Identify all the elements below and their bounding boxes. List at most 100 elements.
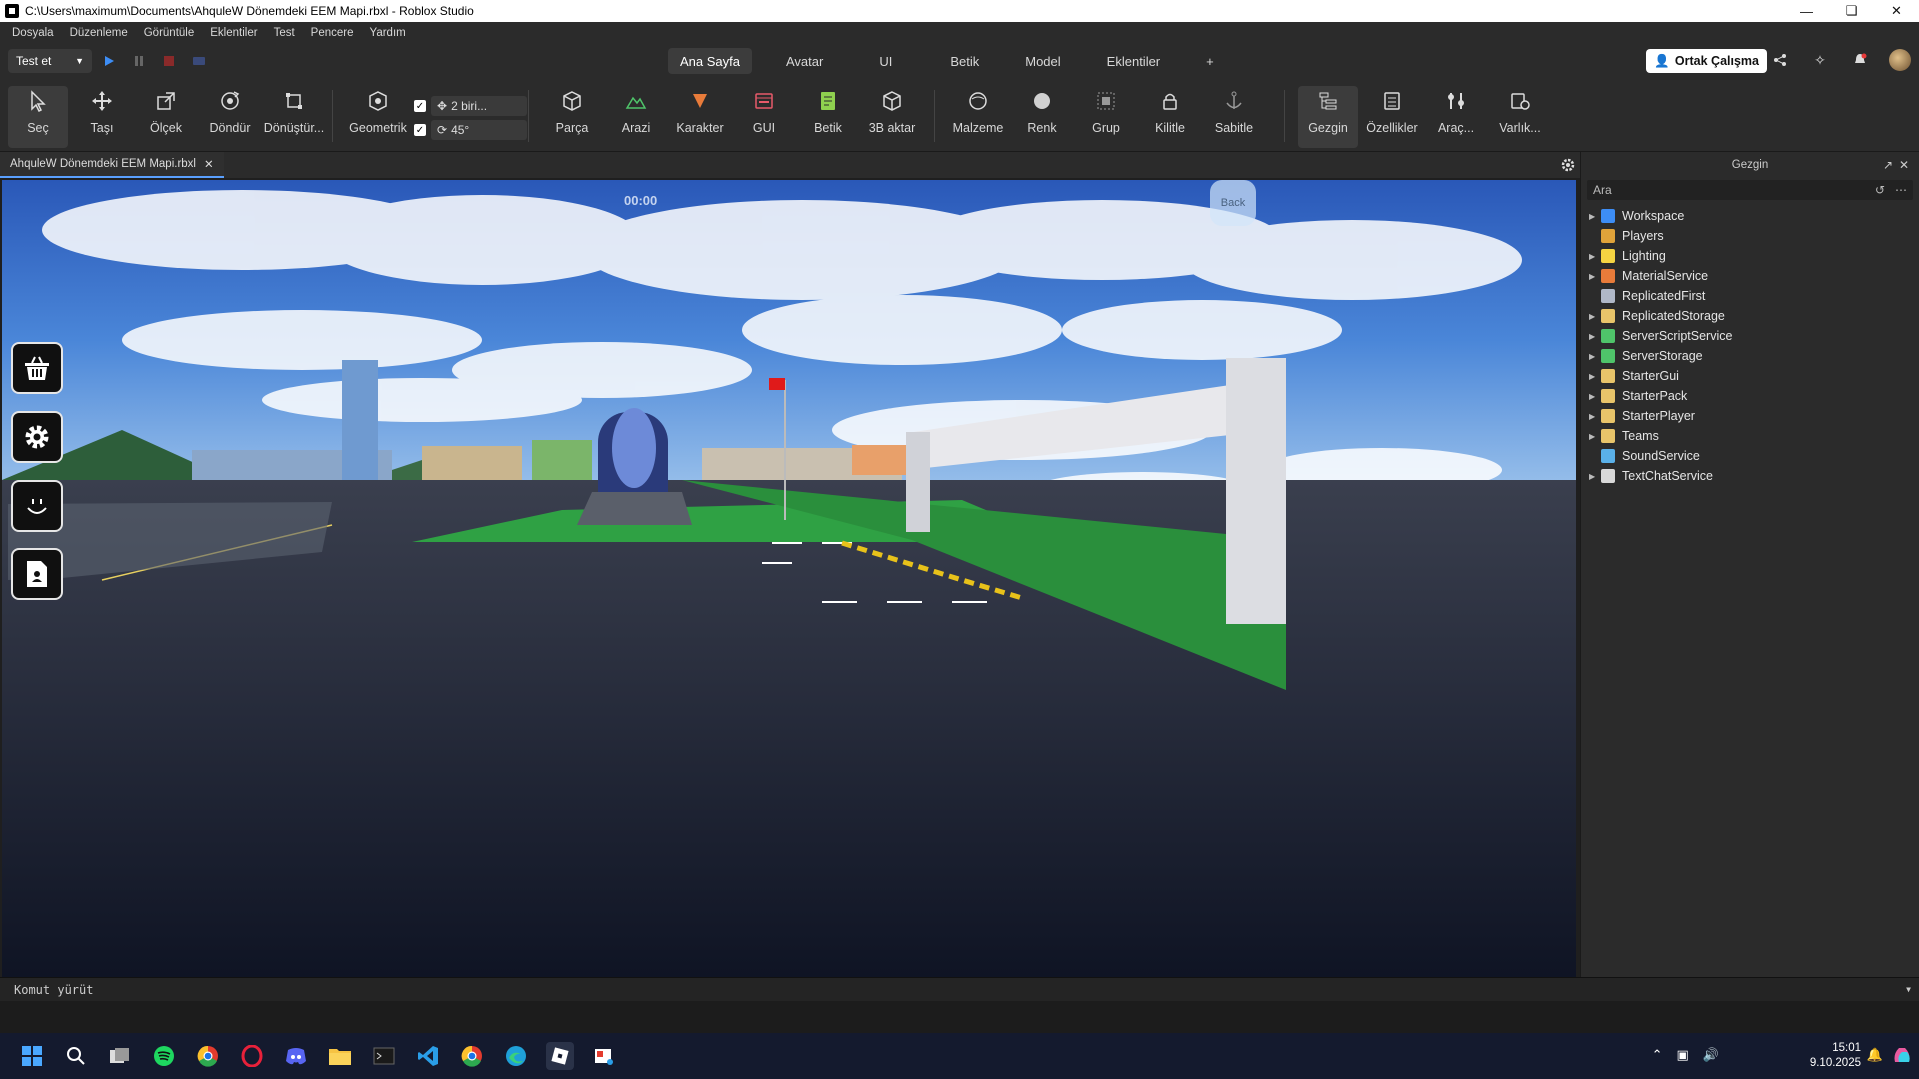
chrome-profile-icon[interactable] bbox=[458, 1042, 486, 1070]
profile-card-button[interactable] bbox=[11, 548, 63, 600]
volume-icon[interactable]: 🔊 bbox=[1703, 1047, 1719, 1063]
opera-gx-icon[interactable] bbox=[238, 1042, 266, 1070]
settings-button[interactable] bbox=[11, 411, 63, 463]
explorer-item[interactable]: ▶ MaterialService bbox=[1581, 266, 1919, 286]
assistant-sparkle-icon[interactable]: ✧ bbox=[1809, 49, 1831, 71]
expand-arrow-icon[interactable]: ▶ bbox=[1589, 412, 1601, 421]
tool-color[interactable]: Renk bbox=[1012, 86, 1072, 148]
tool-script[interactable]: Betik bbox=[798, 86, 858, 148]
search-icon[interactable] bbox=[62, 1042, 90, 1070]
file-explorer-icon[interactable] bbox=[326, 1042, 354, 1070]
explorer-item[interactable]: Players bbox=[1581, 226, 1919, 246]
command-bar[interactable]: Komut yürüt ▼ bbox=[0, 977, 1919, 1001]
explorer-item[interactable]: ▶ ServerStorage bbox=[1581, 346, 1919, 366]
explorer-item[interactable]: ▶ Workspace bbox=[1581, 206, 1919, 226]
roblox-studio-taskbar-icon[interactable] bbox=[546, 1042, 574, 1070]
vscode-icon[interactable] bbox=[414, 1042, 442, 1070]
more-options-icon[interactable]: ⋯ bbox=[1895, 183, 1907, 197]
chevron-down-icon[interactable]: ▼ bbox=[1906, 985, 1911, 994]
expand-arrow-icon[interactable]: ▶ bbox=[1589, 312, 1601, 321]
menu-window[interactable]: Pencere bbox=[303, 27, 362, 39]
tool-character[interactable]: Karakter bbox=[670, 86, 730, 148]
tool-rotate[interactable]: Döndür bbox=[200, 86, 260, 148]
tool-properties[interactable]: Özellikler bbox=[1362, 86, 1422, 148]
edge-icon[interactable] bbox=[502, 1042, 530, 1070]
explorer-item[interactable]: ▶ StarterPlayer bbox=[1581, 406, 1919, 426]
menu-file[interactable]: Dosyala bbox=[4, 27, 62, 39]
tab-ui[interactable]: UI bbox=[867, 48, 904, 74]
tool-transform[interactable]: Dönüştür... bbox=[264, 86, 324, 148]
expand-arrow-icon[interactable]: ▶ bbox=[1589, 472, 1601, 481]
menu-plugins[interactable]: Eklentiler bbox=[202, 27, 265, 39]
maximize-button[interactable]: ❏ bbox=[1829, 0, 1874, 22]
test-mode-dropdown[interactable]: Test et ▼ bbox=[8, 49, 92, 73]
tool-lock[interactable]: Kilitle bbox=[1140, 86, 1200, 148]
tool-import-3d[interactable]: 3B aktar bbox=[862, 86, 922, 148]
share-icon[interactable] bbox=[1769, 49, 1791, 71]
menu-view[interactable]: Görüntüle bbox=[136, 27, 203, 39]
shop-button[interactable] bbox=[11, 342, 63, 394]
discord-icon[interactable] bbox=[282, 1042, 310, 1070]
spotify-icon[interactable] bbox=[150, 1042, 178, 1070]
tool-explorer[interactable]: Gezgin bbox=[1298, 86, 1358, 148]
expand-arrow-icon[interactable]: ▶ bbox=[1589, 392, 1601, 401]
explorer-item[interactable]: ReplicatedFirst bbox=[1581, 286, 1919, 306]
play-icon[interactable] bbox=[102, 54, 116, 68]
expand-arrow-icon[interactable]: ▶ bbox=[1589, 212, 1601, 221]
explorer-item[interactable]: SoundService bbox=[1581, 446, 1919, 466]
client-server-icon[interactable] bbox=[192, 54, 206, 68]
document-tab[interactable]: AhquleW Dönemdeki EEM Mapi.rbxl ✕ bbox=[0, 152, 224, 178]
expand-arrow-icon[interactable]: ▶ bbox=[1589, 372, 1601, 381]
tab-script[interactable]: Betik bbox=[938, 48, 991, 74]
game-viewport[interactable]: 00:00 Back bbox=[2, 180, 1576, 977]
stop-icon[interactable] bbox=[162, 54, 176, 68]
explorer-item[interactable]: ▶ TextChatService bbox=[1581, 466, 1919, 486]
expand-arrow-icon[interactable]: ▶ bbox=[1589, 432, 1601, 441]
viewport-settings-gear-icon[interactable] bbox=[1560, 157, 1576, 173]
tool-select[interactable]: Seç bbox=[8, 86, 68, 148]
emote-button[interactable] bbox=[11, 480, 63, 532]
system-clock[interactable]: 15:01 9.10.2025 bbox=[1810, 1041, 1861, 1071]
expand-arrow-icon[interactable]: ▶ bbox=[1589, 352, 1601, 361]
back-button[interactable]: Back bbox=[1210, 180, 1256, 226]
tool-part[interactable]: Parça bbox=[542, 86, 602, 148]
tab-plugins[interactable]: Eklentiler bbox=[1095, 48, 1172, 74]
tool-gui[interactable]: GUI bbox=[734, 86, 794, 148]
undock-icon[interactable]: ↗ bbox=[1883, 158, 1897, 172]
task-view-icon[interactable] bbox=[106, 1042, 134, 1070]
menu-test[interactable]: Test bbox=[266, 27, 303, 39]
tool-material[interactable]: Malzeme bbox=[948, 86, 1008, 148]
windows-start-icon[interactable] bbox=[18, 1042, 46, 1070]
notification-bell-icon[interactable]: 🔔 bbox=[1867, 1047, 1883, 1063]
expand-arrow-icon[interactable]: ▶ bbox=[1589, 252, 1601, 261]
explorer-item[interactable]: ▶ Lighting bbox=[1581, 246, 1919, 266]
collaborate-button[interactable]: 👤 Ortak Çalışma bbox=[1646, 49, 1767, 73]
explorer-item[interactable]: ▶ StarterGui bbox=[1581, 366, 1919, 386]
tool-scale[interactable]: Ölçek bbox=[136, 86, 196, 148]
minimize-button[interactable]: — bbox=[1784, 0, 1829, 22]
tool-group[interactable]: Grup bbox=[1076, 86, 1136, 148]
expand-arrow-icon[interactable]: ▶ bbox=[1589, 272, 1601, 281]
close-window-button[interactable]: ✕ bbox=[1874, 0, 1919, 22]
menu-edit[interactable]: Düzenleme bbox=[62, 27, 136, 39]
network-icon[interactable]: ▣ bbox=[1677, 1047, 1689, 1063]
chrome-icon[interactable] bbox=[194, 1042, 222, 1070]
history-icon[interactable]: ↺ bbox=[1875, 183, 1885, 197]
snap-rotate-checkbox[interactable]: ✓ bbox=[414, 124, 426, 136]
tool-asset-manager[interactable]: Varlık... bbox=[1490, 86, 1550, 148]
user-avatar[interactable] bbox=[1889, 49, 1911, 71]
terminal-icon[interactable] bbox=[370, 1042, 398, 1070]
close-panel-icon[interactable]: ✕ bbox=[1899, 158, 1913, 172]
tool-geometric[interactable]: Geometrik bbox=[348, 86, 408, 148]
menu-help[interactable]: Yardım bbox=[362, 27, 414, 39]
tab-avatar[interactable]: Avatar bbox=[774, 48, 835, 74]
tool-anchor[interactable]: Sabitle bbox=[1204, 86, 1264, 148]
snap-rotate-control[interactable]: ✓ ⟳ 45° bbox=[414, 120, 527, 140]
tool-toolbox[interactable]: Araç... bbox=[1426, 86, 1486, 148]
explorer-item[interactable]: ▶ ServerScriptService bbox=[1581, 326, 1919, 346]
explorer-search-input[interactable]: Ara ↺ ⋯ bbox=[1587, 180, 1913, 200]
tool-terrain[interactable]: Arazi bbox=[606, 86, 666, 148]
snap-move-control[interactable]: ✓ ✥ 2 biri... bbox=[414, 96, 527, 116]
show-hidden-icons-chevron-icon[interactable]: ⌃ bbox=[1652, 1047, 1663, 1063]
snipping-tool-icon[interactable] bbox=[590, 1042, 618, 1070]
